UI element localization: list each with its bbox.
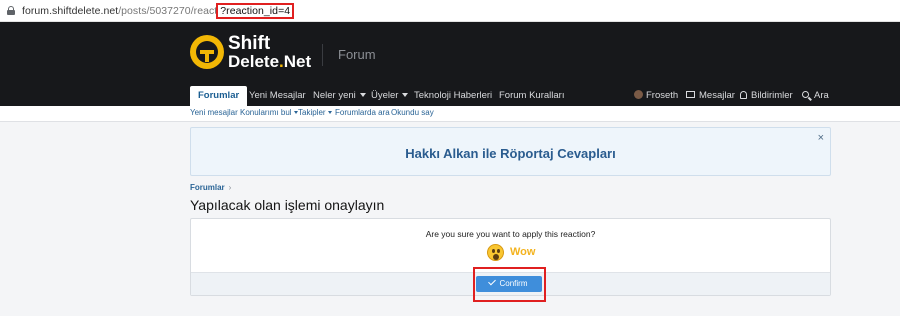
search-icon	[802, 91, 809, 98]
logo-text-line1: Shift	[228, 33, 271, 54]
page-title: Yapılacak olan işlemi onaylayın	[190, 197, 385, 213]
tab-forum-kurallari[interactable]: Forum Kuralları	[499, 86, 564, 106]
chevron-right-icon: ›	[228, 183, 232, 192]
header-divider	[322, 44, 323, 66]
envelope-icon	[686, 91, 695, 98]
notice-banner: Hakkı Alkan ile Röportaj Cevapları ×	[190, 127, 831, 176]
notice-title[interactable]: Hakkı Alkan ile Röportaj Cevapları	[191, 146, 830, 161]
browser-address-bar[interactable]: forum.shiftdelete.net/posts/5037270/reac…	[0, 0, 900, 22]
tab-yeni-mesajlar[interactable]: Yeni Mesajlar	[249, 86, 306, 106]
logo-emblem-icon	[190, 35, 224, 69]
messages-link[interactable]: Mesajlar	[686, 86, 735, 106]
subnav-yeni-mesajlar[interactable]: Yeni mesajlar	[190, 108, 238, 117]
chevron-down-icon	[359, 93, 366, 97]
chevron-down-icon	[327, 111, 332, 114]
breadcrumb-forumlar[interactable]: Forumlar	[190, 183, 225, 192]
tab-neler-yeni[interactable]: Neler yeni	[313, 86, 366, 106]
sub-nav: Yeni mesajlar Konularımı bul Takipler Fo…	[0, 106, 900, 122]
alerts-link[interactable]: Bildirimler	[740, 86, 793, 106]
tab-forumlar[interactable]: Forumlar	[190, 86, 248, 106]
url-query-highlight: ?reaction_id=4	[216, 3, 295, 19]
confirm-question: Are you sure you want to apply this reac…	[425, 229, 596, 239]
breadcrumb: Forumlar ›	[190, 183, 231, 192]
wow-emoji-icon	[487, 244, 504, 261]
main-nav: Forumlar Yeni Mesajlar Neler yeni Üyeler…	[0, 84, 900, 106]
lock-icon	[7, 6, 15, 15]
url-path: /posts/5037270/react	[118, 5, 218, 17]
header-section-title: Forum	[338, 47, 376, 62]
search-link[interactable]: Ara	[802, 86, 829, 106]
tab-teknoloji-haberleri[interactable]: Teknoloji Haberleri	[414, 86, 492, 106]
highlight-box	[473, 267, 546, 302]
tab-uyeler[interactable]: Üyeler	[371, 86, 409, 106]
chevron-down-icon	[293, 111, 298, 114]
close-icon[interactable]: ×	[818, 132, 824, 144]
logo-text-line2: Delete.Net	[228, 52, 312, 71]
site-logo[interactable]: Shift Delete.Net	[190, 31, 320, 75]
reaction-label: Wow	[510, 246, 536, 258]
url-host: forum.shiftdelete.net	[22, 5, 119, 17]
url-text[interactable]: forum.shiftdelete.net/posts/5037270/reac…	[22, 3, 295, 19]
site-header: Shift Delete.Net Forum	[0, 22, 900, 84]
user-menu[interactable]: Froseth	[634, 86, 678, 106]
chevron-down-icon	[402, 93, 409, 97]
subnav-forumlarda-ara[interactable]: Forumlarda ara	[335, 108, 390, 117]
subnav-konularimi-bul[interactable]: Konularımı bul	[240, 108, 298, 117]
subnav-okundu-say[interactable]: Okundu say	[391, 108, 434, 117]
bell-icon	[740, 91, 747, 99]
subnav-takipler[interactable]: Takipler	[298, 108, 332, 117]
avatar	[634, 90, 643, 99]
